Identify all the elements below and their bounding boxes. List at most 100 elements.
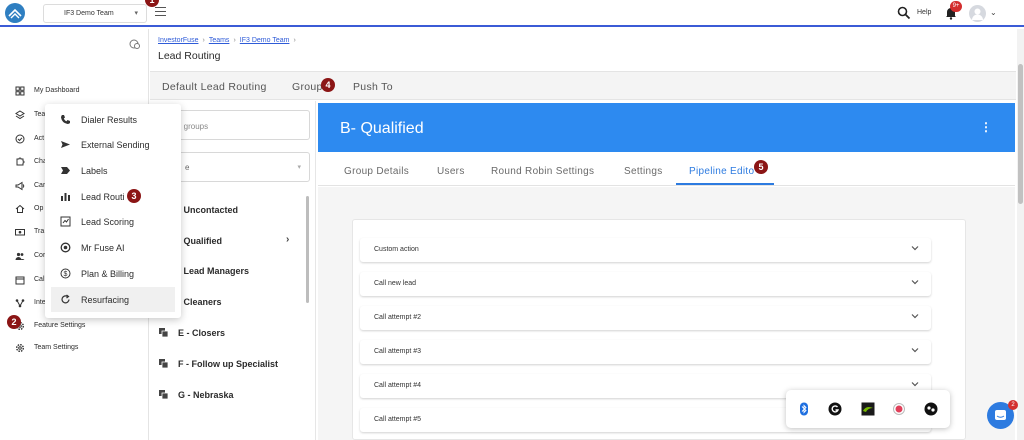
grammarly-icon[interactable] bbox=[828, 402, 842, 416]
flyout-item-plan-billing[interactable]: $ Plan & Billing bbox=[51, 261, 175, 286]
refresh-icon bbox=[61, 294, 70, 304]
money-icon bbox=[15, 229, 25, 236]
sidebar-item-label: Inte bbox=[34, 299, 46, 306]
sidebar-item-label: Op bbox=[34, 205, 44, 212]
ai-icon bbox=[60, 242, 71, 253]
chevron-down-icon bbox=[911, 280, 919, 285]
step-marker-5: 5 bbox=[754, 160, 768, 174]
accordion-label: Call new lead bbox=[374, 280, 417, 287]
scoring-icon bbox=[60, 216, 71, 227]
nvidia-icon[interactable] bbox=[861, 402, 875, 416]
group-item-label: - Uncontacted bbox=[178, 205, 239, 215]
sidebar-item-label: Car bbox=[34, 182, 46, 189]
copy-icon bbox=[159, 359, 169, 369]
group-item-label: - Lead Managers bbox=[178, 266, 250, 276]
more-vert-icon[interactable]: ⋮ bbox=[980, 120, 992, 134]
group-title: B- Qualified bbox=[340, 120, 424, 137]
group-search-input[interactable]: ch groups bbox=[162, 110, 310, 140]
tab-round-robin-settings[interactable]: Round Robin Settings bbox=[491, 166, 594, 177]
search-icon[interactable] bbox=[897, 6, 911, 20]
help-link[interactable]: Help bbox=[917, 9, 931, 16]
tab-push-to[interactable]: Push To bbox=[353, 81, 393, 93]
sidebar-item-feature-settings[interactable]: Feature Settings bbox=[0, 316, 149, 336]
sidebar-item-team-settings[interactable]: Team Settings bbox=[0, 338, 149, 358]
copy-icon bbox=[159, 390, 169, 400]
flyout-item-label: External Sending bbox=[81, 140, 150, 150]
sidebar-item-my-dashboard[interactable]: My Dashboard bbox=[0, 81, 149, 101]
sidebar-item-label: Feature Settings bbox=[34, 322, 86, 329]
tab-settings[interactable]: Settings bbox=[624, 166, 663, 177]
send-icon bbox=[61, 141, 70, 148]
group-filter-select[interactable]: e ▾ bbox=[162, 152, 310, 182]
accordion-label: Call attempt #2 bbox=[374, 314, 422, 321]
chevron-down-icon: ▾ bbox=[134, 10, 138, 17]
home-icon bbox=[15, 204, 25, 213]
tab-pipeline-editor[interactable]: Pipeline Edito bbox=[689, 166, 754, 177]
calendar-icon bbox=[15, 276, 25, 285]
accordion-label: Call attempt #5 bbox=[374, 416, 422, 423]
breadcrumb-link[interactable]: InvestorFuse bbox=[158, 37, 198, 44]
bar-chart-icon bbox=[61, 193, 70, 201]
chevron-down-icon[interactable]: ⌄ bbox=[990, 8, 997, 17]
flyout-item-label: Labels bbox=[81, 166, 108, 176]
flyout-item-labels[interactable]: Labels bbox=[51, 158, 175, 183]
select-value: e bbox=[185, 163, 190, 172]
accordion-call-attempt-3[interactable]: Call attempt #3 bbox=[360, 340, 931, 364]
group-item-label: E - Closers bbox=[178, 328, 226, 338]
flyout-item-mr-fuse-ai[interactable]: Mr Fuse AI bbox=[51, 235, 175, 260]
hamburger-menu-icon[interactable] bbox=[155, 7, 166, 18]
page-scrollbar[interactable] bbox=[1017, 29, 1024, 440]
breadcrumb-link[interactable]: IF3 Demo Team bbox=[240, 37, 290, 44]
chevron-down-icon: ▾ bbox=[297, 164, 301, 171]
flyout-item-label: Resurfacing bbox=[81, 295, 130, 305]
extension-icon[interactable] bbox=[892, 402, 906, 416]
breadcrumb-link[interactable]: Teams bbox=[209, 37, 230, 44]
label-icon bbox=[61, 167, 70, 174]
group-item-label: - Cleaners bbox=[178, 297, 222, 307]
groups-scrollbar[interactable] bbox=[306, 196, 309, 303]
accordion-label: Custom action bbox=[374, 246, 419, 253]
copy-icon bbox=[159, 328, 169, 338]
chevron-down-icon bbox=[911, 382, 919, 387]
scrollbar-thumb[interactable] bbox=[1018, 64, 1023, 204]
bluetooth-icon[interactable] bbox=[797, 402, 811, 416]
step-marker-2: 2 bbox=[7, 315, 21, 329]
group-item[interactable]: F - Follow up Specialist bbox=[150, 353, 310, 377]
tab-group[interactable]: Group bbox=[292, 81, 323, 93]
step-marker-4: 4 bbox=[321, 78, 335, 92]
sidebar-item-label: Tea bbox=[34, 111, 46, 118]
app-logo[interactable] bbox=[5, 3, 25, 23]
chevron-down-icon bbox=[911, 246, 919, 251]
extension-tray bbox=[786, 390, 950, 428]
accordion-custom-action[interactable]: Custom action bbox=[360, 238, 931, 262]
accordion-call-attempt-2[interactable]: Call attempt #2 bbox=[360, 306, 931, 330]
group-header: B- Qualified ⋮ bbox=[318, 103, 1015, 152]
sidebar-item-label: Team Settings bbox=[34, 344, 79, 351]
puzzle-icon bbox=[16, 157, 25, 166]
group-item-label: F - Follow up Specialist bbox=[178, 359, 279, 369]
team-select[interactable]: IF3 Demo Team ▾ bbox=[43, 4, 147, 23]
tab-default-lead-routing[interactable]: Default Lead Routing bbox=[162, 81, 267, 93]
flyout-item-lead-routing[interactable]: Lead Routi bbox=[51, 184, 175, 209]
contacts-icon bbox=[15, 252, 25, 260]
check-circle-icon bbox=[15, 134, 25, 144]
dollar-icon: $ bbox=[60, 268, 71, 279]
feature-settings-flyout: Dialer Results External Sending Labels L… bbox=[45, 104, 181, 318]
group-item[interactable]: G - Nebraska bbox=[150, 384, 310, 408]
dashboard-icon bbox=[15, 86, 25, 96]
sidebar-item-label: Act bbox=[34, 135, 45, 142]
flyout-item-resurfacing[interactable]: Resurfacing bbox=[51, 287, 175, 312]
flyout-item-external-sending[interactable]: External Sending bbox=[51, 132, 175, 157]
flyout-item-dialer-results[interactable]: Dialer Results bbox=[51, 107, 175, 132]
group-sub-tabs: Group Details Users Round Robin Settings… bbox=[318, 152, 1015, 186]
tab-group-details[interactable]: Group Details bbox=[344, 166, 409, 177]
accordion-call-new-lead[interactable]: Call new lead bbox=[360, 272, 931, 296]
tasks-icon[interactable] bbox=[924, 402, 938, 416]
avatar[interactable] bbox=[969, 5, 986, 22]
flyout-item-lead-scoring[interactable]: Lead Scoring bbox=[51, 209, 175, 234]
tab-users[interactable]: Users bbox=[437, 166, 465, 177]
layers-icon bbox=[15, 110, 25, 120]
collapse-sidebar-icon[interactable] bbox=[129, 38, 141, 50]
integrations-icon bbox=[15, 299, 25, 308]
group-item[interactable]: E - Closers bbox=[150, 322, 310, 346]
